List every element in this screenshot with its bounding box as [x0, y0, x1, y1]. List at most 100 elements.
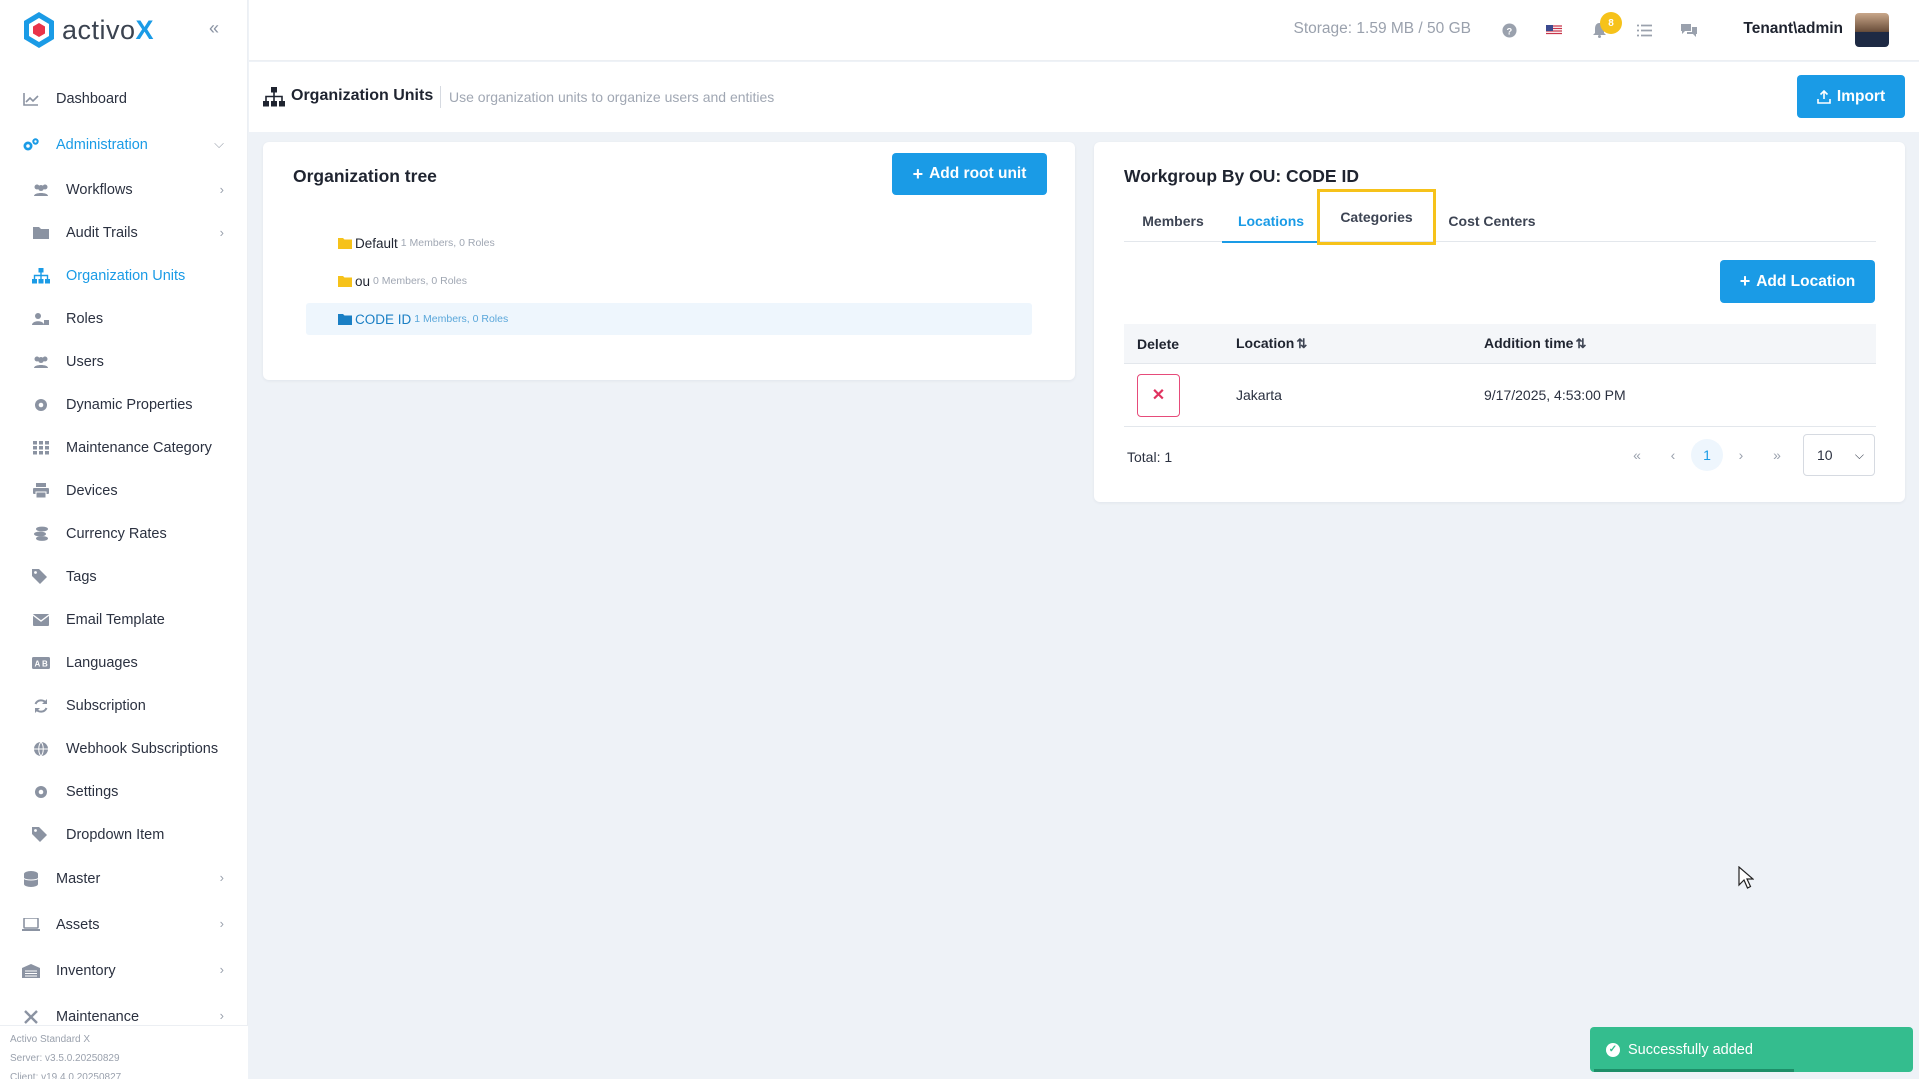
sidebar-item-assets[interactable]: Assets ›: [0, 902, 248, 948]
sidebar-item-label: Languages: [66, 654, 138, 671]
import-button[interactable]: Import: [1797, 75, 1905, 118]
sidebar-item-label: Audit Trails: [66, 224, 138, 241]
sort-icon[interactable]: ⇅: [1296, 336, 1307, 351]
tab-cost-centers[interactable]: Cost Centers: [1433, 200, 1551, 242]
sidebar-item-languages[interactable]: AB Languages: [0, 641, 248, 684]
next-page-icon[interactable]: ›: [1723, 439, 1759, 471]
sidebar-item-dynamic-properties[interactable]: Dynamic Properties: [0, 383, 248, 426]
column-header-label: Addition time: [1484, 335, 1574, 351]
avatar[interactable]: [1855, 13, 1889, 47]
sidebar-item-subscription[interactable]: Subscription: [0, 684, 248, 727]
brand-suffix: X: [135, 14, 155, 45]
sidebar-item-organization-units[interactable]: Organization Units: [0, 254, 248, 297]
table-header: Delete Location ⇅ Addition time ⇅: [1124, 324, 1876, 364]
previous-page-icon[interactable]: ‹: [1655, 439, 1691, 471]
success-toast[interactable]: ✓ Successfully added: [1590, 1027, 1913, 1072]
task-list-icon[interactable]: [1634, 20, 1654, 40]
column-header-label: Location: [1236, 335, 1295, 351]
tab-locations[interactable]: Locations: [1222, 200, 1320, 243]
upload-icon: [1817, 89, 1831, 104]
sidebar-item-roles[interactable]: Roles: [0, 297, 248, 340]
column-header-addition-time[interactable]: Addition time ⇅: [1484, 335, 1876, 352]
tab-categories[interactable]: Categories: [1317, 189, 1436, 245]
sidebar-item-label: Subscription: [66, 697, 146, 714]
toast-progress-bar: [1594, 1069, 1794, 1072]
mouse-cursor-icon: [1738, 866, 1754, 889]
add-root-unit-button[interactable]: + Add root unit: [892, 153, 1047, 195]
sidebar-item-dashboard[interactable]: Dashboard: [0, 76, 248, 122]
svg-text:A: A: [35, 659, 41, 668]
sidebar-item-administration[interactable]: Administration ⌵: [0, 122, 248, 168]
user-menu-name[interactable]: Tenant\admin: [1743, 20, 1843, 38]
column-header-delete: Delete: [1137, 335, 1180, 352]
svg-text:B: B: [42, 659, 48, 668]
page-header: Organization Units Use organization unit…: [249, 62, 1919, 132]
sidebar-item-label: Maintenance Category: [66, 439, 212, 456]
sitemap-icon: [263, 87, 285, 107]
sidebar-item-master[interactable]: Master ›: [0, 856, 248, 902]
sidebar-item-label: Dashboard: [56, 91, 127, 107]
tree-node-ou[interactable]: ou 0 Members, 0 Roles: [306, 265, 1032, 297]
sidebar-item-settings[interactable]: Settings: [0, 770, 248, 813]
page-number[interactable]: 1: [1691, 439, 1723, 471]
chevron-right-icon: ›: [219, 225, 224, 240]
sidebar-item-maintenance-category[interactable]: Maintenance Category: [0, 426, 248, 469]
globe-icon: [32, 740, 50, 758]
warehouse-icon: [22, 962, 40, 980]
page-size-select[interactable]: 10 ⌵: [1803, 434, 1875, 476]
collapse-sidebar-icon[interactable]: «: [204, 18, 224, 38]
chevron-right-icon: ›: [219, 1008, 224, 1023]
database-icon: [22, 870, 40, 888]
page-size-value: 10: [1817, 447, 1833, 463]
folder-icon: [338, 237, 352, 249]
chevron-down-icon: ⌵: [1854, 448, 1864, 462]
sidebar-item-label: Tags: [66, 568, 97, 585]
sidebar-nav: Dashboard Administration ⌵ Workflows › A…: [0, 76, 248, 1040]
sidebar-item-users[interactable]: Users: [0, 340, 248, 383]
tree-node-default[interactable]: Default 1 Members, 0 Roles: [306, 227, 1032, 259]
tree-node-code-id[interactable]: CODE ID 1 Members, 0 Roles: [306, 303, 1032, 335]
sidebar-item-inventory[interactable]: Inventory ›: [0, 948, 248, 994]
plus-icon: +: [1739, 271, 1751, 291]
version-info: Activo Standard X Server: v3.5.0.2025082…: [0, 1025, 248, 1079]
sidebar-item-label: Master: [56, 871, 101, 887]
chevron-right-icon: ›: [219, 182, 224, 197]
last-page-icon[interactable]: »: [1759, 439, 1795, 471]
us-flag-icon[interactable]: [1544, 20, 1564, 40]
sidebar-item-devices[interactable]: Devices: [0, 469, 248, 512]
sidebar-item-currency-rates[interactable]: Currency Rates: [0, 512, 248, 555]
add-location-button[interactable]: + Add Location: [1720, 260, 1875, 303]
edition-label: Activo Standard X: [10, 1034, 91, 1045]
sidebar-item-dropdown-item[interactable]: Dropdown Item: [0, 813, 248, 856]
sidebar-item-workflows[interactable]: Workflows ›: [0, 168, 248, 211]
folder-icon: [338, 313, 352, 325]
delete-cell: ✕: [1124, 373, 1236, 417]
sidebar-item-email-template[interactable]: Email Template: [0, 598, 248, 641]
sort-icon[interactable]: ⇅: [1575, 336, 1586, 351]
sidebar-item-label: Users: [66, 353, 104, 370]
chat-icon[interactable]: [1679, 20, 1699, 40]
first-page-icon[interactable]: «: [1619, 439, 1655, 471]
delete-button[interactable]: ✕: [1137, 373, 1180, 417]
toast-message: Successfully added: [1628, 1041, 1753, 1058]
sidebar-item-label: Email Template: [66, 611, 165, 628]
grid-icon: [32, 439, 50, 457]
tree-node-name: CODE ID: [355, 311, 412, 327]
topbar: Storage: 1.59 MB / 50 GB ? 8 Tenant\admi…: [249, 0, 1919, 61]
column-header-location[interactable]: Location ⇅: [1236, 335, 1484, 352]
help-icon[interactable]: ?: [1499, 20, 1519, 40]
brand[interactable]: activoX: [22, 10, 154, 50]
storage-usage: Storage: 1.59 MB / 50 GB: [1293, 20, 1472, 37]
sidebar-item-tags[interactable]: Tags: [0, 555, 248, 598]
add-root-unit-label: Add root unit: [929, 165, 1027, 182]
gear-icon: [32, 783, 50, 801]
chevron-right-icon: ›: [219, 962, 224, 977]
sidebar-item-label: Currency Rates: [66, 525, 167, 542]
svg-text:?: ?: [1506, 26, 1512, 36]
sidebar-item-label: Assets: [56, 917, 100, 933]
printer-icon: [32, 482, 50, 500]
sidebar-item-webhook-subscriptions[interactable]: Webhook Subscriptions: [0, 727, 248, 770]
tab-members[interactable]: Members: [1124, 200, 1222, 242]
sidebar-item-audit-trails[interactable]: Audit Trails ›: [0, 211, 248, 254]
chevron-right-icon: ›: [219, 916, 224, 931]
